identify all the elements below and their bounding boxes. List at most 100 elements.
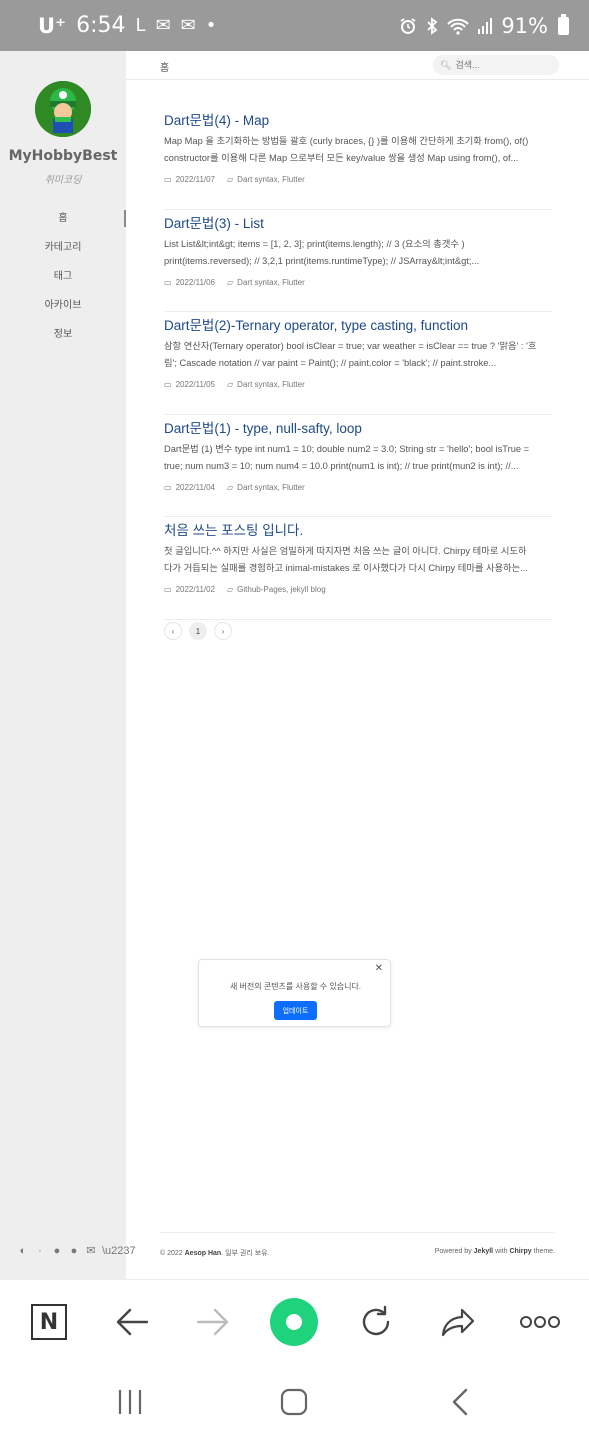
browser-toolbar: N [0,1279,589,1362]
post-date: 2022/11/05 [175,380,216,389]
alarm-icon [400,17,416,34]
update-button[interactable]: 업데이트 [274,1001,317,1020]
post-categories: Dart syntax, Flutter [237,380,305,389]
calendar-icon: ▭ [164,482,172,492]
post-excerpt: Map Map 을 초기화하는 방법들 괄호 (curly braces, {}… [164,133,552,167]
post-categories: Dart syntax, Flutter [237,175,305,184]
footer-text: Powered by [434,1248,474,1255]
close-icon[interactable]: ✕ [375,963,383,974]
post-item[interactable]: Dart문법(2)-Ternary operator, type casting… [164,312,552,415]
update-toast: ✕ 새 버전의 콘텐츠를 사용할 수 있습니다. 업데이트 [198,959,391,1027]
folder-icon: ▱ [227,482,234,492]
footer-copyright: © 2022 Aesop Han. 일부 권리 보유. [160,1248,270,1258]
sidebar-item-tags[interactable]: 태그 [0,267,126,296]
post-meta: ▭ 2022/11/02 ▱ Github-Pages, jekyll blog [164,585,326,594]
site-subtitle: 취미코딩 [44,175,82,186]
excerpt-line: 삼항 연산자(Ternary operator) bool isClear = … [164,341,537,351]
forward-button[interactable] [188,1300,238,1344]
carrier-label: U⁺ [38,13,67,38]
excerpt-line: Dart문법 (1) 변수 type int num1 = 10; double… [164,443,530,454]
site-title[interactable]: MyHobbyBest [0,148,126,164]
sidebar: MyHobbyBest 취미코딩 홈 카테고리 태그 아카이브 정보 ◐ · ●… [0,51,136,1280]
bluetooth-icon [427,16,438,35]
post-item[interactable]: Dart문법(4) - Map Map Map 을 초기화하는 방법들 괄호 (… [164,107,552,210]
footer-text: theme. [531,1248,555,1255]
sidebar-item-archives[interactable]: 아카이브 [0,296,126,325]
prev-page-button[interactable]: ‹ [164,622,182,640]
github-icon[interactable]: ● [51,1245,63,1257]
post-title[interactable]: Dart문법(2)-Ternary operator, type casting… [164,314,468,334]
post-title[interactable]: Dart문법(4) - Map [164,109,269,129]
system-back-button[interactable] [440,1382,480,1422]
sidebar-item-about[interactable]: 정보 [0,325,126,354]
post-categories: Dart syntax, Flutter [237,482,305,492]
footer-text: © 2022 [160,1250,185,1257]
home-icon [280,1388,308,1416]
mail-icon: ✉ [155,15,171,36]
forward-icon [196,1308,229,1336]
post-title[interactable]: 처음 쓰는 포스팅 입니다. [164,519,303,539]
calendar-icon: ▭ [164,277,172,287]
facebook-icon[interactable]: ● [68,1245,80,1257]
jekyll-link[interactable]: Jekyll [474,1248,493,1255]
post-item[interactable]: Dart문법(1) - type, null-safty, loop Dart문… [164,415,552,517]
refresh-button[interactable] [351,1300,401,1344]
battery-icon [558,13,569,35]
post-date: 2022/11/02 [175,585,216,594]
home-button[interactable] [274,1382,314,1422]
sidebar-bottom-icons: ◐ · ● ● ✉ \u2237 [17,1244,136,1258]
recents-button[interactable] [110,1382,150,1422]
page-button-current[interactable]: 1 [189,622,207,640]
sidebar-item-home[interactable]: 홈 [0,209,126,238]
post-excerpt: List List&lt;int&gt; items = [1, 2, 3]; … [164,236,552,270]
wifi-icon [447,18,470,35]
back-button[interactable] [107,1300,157,1344]
calendar-icon: ▭ [164,175,172,184]
post-categories: Github-Pages, jekyll blog [237,585,326,594]
post-list: Dart문법(4) - Map Map Map 을 초기화하는 방법들 괄호 (… [164,107,552,620]
post-meta: ▭ 2022/11/07 ▱ Dart syntax, Flutter [164,175,305,184]
post-title[interactable]: Dart문법(3) - List [164,212,264,232]
share-button[interactable] [433,1300,483,1344]
rss-icon[interactable]: \u2237 [102,1245,136,1257]
excerpt-line: true; num num3 = 10; num num4 = 10.0 pri… [164,460,519,471]
folder-icon: ▱ [227,175,234,184]
battery-percent: 91% [501,13,548,38]
post-categories: Dart syntax, Flutter [237,277,305,287]
post-excerpt: Dart문법 (1) 변수 type int num1 = 10; double… [164,441,552,475]
excerpt-line: Map Map 을 초기화하는 방법들 괄호 (curly braces, {}… [164,136,529,146]
excerpt-line: 첫 글입니다.^^ 하지만 사실은 엄밀하게 따지자면 처음 쓰는 글이 아니다… [164,546,527,556]
system-back-icon [452,1388,468,1416]
sidebar-item-categories[interactable]: 카테고리 [0,238,126,267]
footer-author-link[interactable]: Aesop Han [185,1250,222,1257]
chirpy-link[interactable]: Chirpy [509,1248,531,1255]
naver-home-icon: N [31,1304,67,1340]
more-button[interactable] [515,1300,565,1344]
avatar[interactable] [35,81,91,137]
next-page-button[interactable]: › [214,622,232,640]
green-dot-button[interactable] [269,1298,319,1346]
theme-toggle-icon[interactable]: ◐ [17,1245,29,1257]
excerpt-line: print(items.reversed); // 3,2,1 print(it… [164,255,480,266]
post-item[interactable]: 처음 쓰는 포스팅 입니다. 첫 글입니다.^^ 하지만 사실은 엄밀하게 따지… [164,517,552,620]
post-item[interactable]: Dart문법(3) - List List List&lt;int&gt; it… [164,210,552,312]
naver-home-button[interactable]: N [24,1300,74,1344]
toast-message: 새 버전의 콘텐츠를 사용할 수 있습니다. [229,982,362,991]
excerpt-line: 다가 거듭되는 실패를 경험하고 inimal-mistakes 로 이사했다가… [164,563,528,573]
post-excerpt: 삼항 연산자(Ternary operator) bool isClear = … [164,338,552,372]
post-title[interactable]: Dart문법(1) - type, null-safty, loop [164,417,362,437]
excerpt-line: 림'; Cascade notation // var paint = Pain… [164,358,497,368]
topbar: 홈 🔍︎ [126,51,589,80]
calendar-icon: ▭ [164,380,172,389]
more-icon [520,1316,560,1328]
back-icon [116,1308,149,1336]
email-icon[interactable]: ✉ [85,1244,97,1257]
search-input[interactable] [455,60,551,70]
pagination: ‹ 1 › [164,622,232,640]
footer-powered: Powered by Jekyll with Chirpy theme. [435,1248,555,1255]
signal-icon [478,17,493,34]
avatar-image [35,81,91,137]
search-box[interactable]: 🔍︎ [433,55,559,75]
mail-icon: ✉ [180,15,196,36]
breadcrumb[interactable]: 홈 [160,59,169,74]
